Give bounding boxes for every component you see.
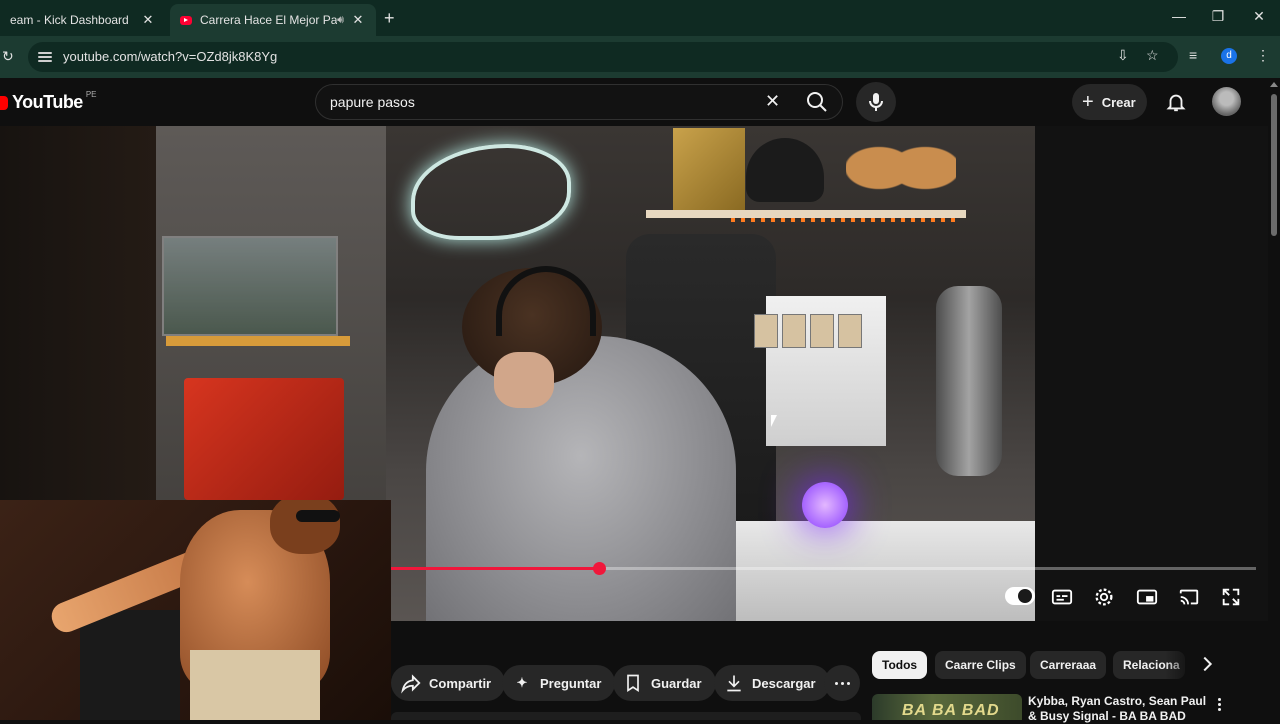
install-app-icon[interactable]: ⇩	[1117, 47, 1129, 64]
autoplay-toggle[interactable]	[1005, 587, 1035, 605]
create-label: Crear	[1101, 94, 1136, 110]
voice-search-button[interactable]	[856, 82, 896, 122]
sparkle-icon: ✦	[516, 675, 528, 690]
cam-pants	[190, 650, 320, 720]
more-dot	[840, 681, 844, 685]
scroll-up-arrow-icon[interactable]	[1270, 82, 1278, 87]
chip-caarre-clips[interactable]: Caarre Clips	[935, 651, 1026, 679]
bookmark-star-icon[interactable]: ☆	[1146, 47, 1159, 64]
chip-fade	[1165, 650, 1195, 680]
tab-kick-dashboard[interactable]: eam - Kick Dashboard ✕	[0, 4, 166, 36]
share-arrow-icon	[399, 672, 423, 694]
scene-neon-sign	[411, 144, 571, 240]
tab-close-icon[interactable]: ✕	[140, 12, 156, 28]
browser-profile-avatar[interactable]: d	[1221, 48, 1237, 64]
url-text[interactable]: youtube.com/watch?v=OZd8jk8K8Yg	[63, 49, 277, 64]
progress-played	[391, 567, 600, 570]
audio-playing-icon[interactable]: 🔊︎	[337, 14, 344, 27]
scene-moon-lamp	[802, 482, 848, 528]
download-button[interactable]: Descargar	[714, 665, 830, 701]
settings-gear-icon[interactable]	[1093, 586, 1115, 608]
tab-title: eam - Kick Dashboard	[10, 13, 129, 27]
progress-bar[interactable]	[391, 562, 1256, 575]
cam-sunglasses	[296, 510, 340, 522]
cam-head	[270, 500, 340, 554]
country-code: PE	[85, 90, 97, 99]
search-input[interactable]: papure pasos	[330, 94, 415, 110]
video-right-margin	[1035, 126, 1268, 621]
scene-teddy-bears	[846, 136, 956, 216]
scene-person-hoodie	[426, 336, 736, 621]
cam-chair	[80, 610, 180, 720]
more-dot	[846, 681, 850, 685]
window-close-icon[interactable]: ✕	[1249, 8, 1269, 25]
ask-label: Preguntar	[540, 675, 602, 691]
chip-carreraaa[interactable]: Carreraaa	[1030, 651, 1107, 679]
thumbnail-text: BA BA BAD	[902, 702, 1000, 719]
fullscreen-icon[interactable]	[1220, 586, 1242, 608]
tab-close-icon[interactable]: ✕	[350, 12, 366, 28]
miniplayer-icon[interactable]	[1136, 586, 1158, 608]
scene-helmet	[746, 138, 824, 202]
scene-figure-box	[782, 314, 806, 348]
browser-tab-bar: eam - Kick Dashboard ✕ Carrera Hace El M…	[0, 0, 1280, 36]
scene-figure-box	[754, 314, 778, 348]
download-icon	[722, 673, 746, 693]
video-left-margin	[0, 126, 156, 500]
scene-desk	[716, 521, 1035, 621]
scene-shelf	[166, 336, 350, 346]
save-label: Guardar	[651, 675, 702, 691]
recommended-thumbnail[interactable]: BA BA BAD	[872, 694, 1022, 720]
scene-microphone	[936, 286, 1002, 476]
share-label: Compartir	[429, 675, 492, 691]
search-icon[interactable]	[805, 90, 829, 114]
scene-figure-box	[810, 314, 834, 348]
scene-gold-plaque	[673, 128, 745, 210]
account-avatar[interactable]	[1212, 87, 1241, 116]
microphone-icon	[869, 93, 883, 111]
more-dot	[834, 681, 838, 685]
notifications-bell-icon[interactable]	[1165, 91, 1187, 113]
bookmark-icon	[621, 673, 645, 693]
mouse-cursor-icon	[771, 415, 777, 427]
share-button[interactable]: Compartir	[391, 665, 506, 701]
youtube-logo[interactable]: YouTube PE	[0, 90, 97, 113]
tab-youtube-video[interactable]: Carrera Hace El Mejor Papu 🔊︎ ✕	[170, 4, 376, 36]
browser-menu-icon[interactable]: ⋮	[1256, 47, 1270, 64]
tab-title: Carrera Hace El Mejor Papu	[200, 13, 338, 27]
plus-icon: +	[1082, 90, 1094, 113]
youtube-play-icon	[0, 95, 8, 110]
reload-icon[interactable]: ↻	[2, 48, 14, 65]
new-tab-button[interactable]: +	[384, 8, 395, 29]
scene-person-face	[494, 352, 554, 408]
description-panel[interactable]	[391, 712, 861, 720]
webcam-overlay	[0, 500, 391, 720]
download-label: Descargar	[752, 675, 816, 691]
media-control-icon[interactable]: ≡	[1189, 47, 1197, 63]
scene-aquarium	[162, 236, 338, 336]
ask-button[interactable]: ✦ Preguntar	[502, 665, 616, 701]
cast-icon[interactable]	[1178, 586, 1200, 608]
youtube-wordmark: YouTube	[12, 92, 83, 112]
restore-icon[interactable]: ❐	[1208, 8, 1228, 25]
scene-figure-box	[838, 314, 862, 348]
more-actions-button[interactable]	[824, 665, 860, 701]
scene-wall-shelf	[646, 210, 966, 218]
create-button[interactable]: + Crear	[1072, 84, 1147, 120]
recommended-menu-icon[interactable]	[1214, 696, 1224, 714]
subtitles-icon[interactable]	[1051, 586, 1073, 608]
save-button[interactable]: Guardar	[613, 665, 716, 701]
chip-todos[interactable]: Todos	[872, 651, 928, 679]
site-info-icon[interactable]	[38, 50, 52, 64]
clear-search-icon[interactable]: ✕	[765, 91, 780, 112]
scrollbar-thumb[interactable]	[1271, 94, 1277, 236]
youtube-favicon-icon	[180, 15, 192, 25]
scene-red-fridge	[184, 378, 344, 500]
chevron-right-icon[interactable]	[1196, 652, 1218, 676]
page-scrollbar[interactable]	[1268, 80, 1280, 720]
minimize-icon[interactable]: —	[1169, 8, 1189, 24]
scene-led-lights	[731, 218, 961, 222]
